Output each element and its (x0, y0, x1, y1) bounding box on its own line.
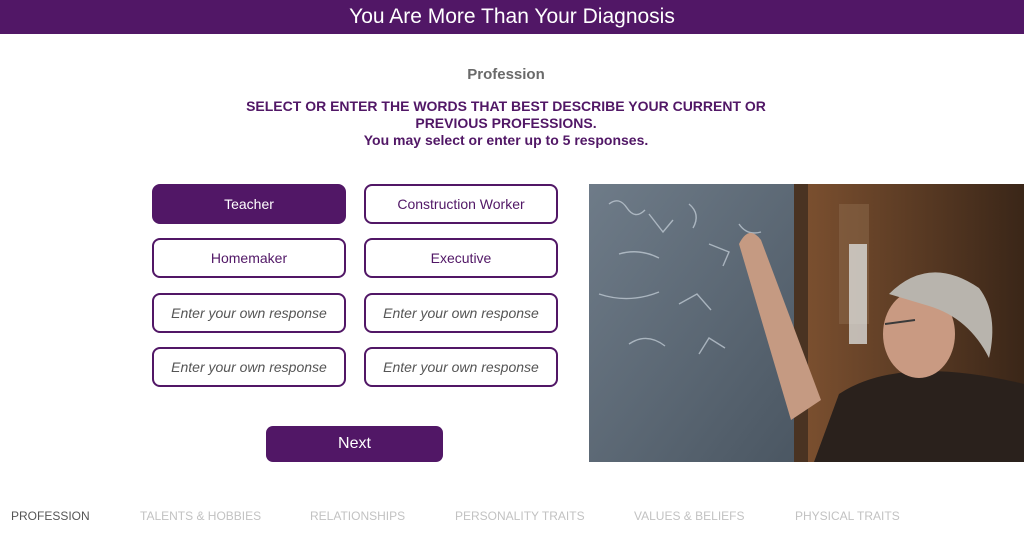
teacher-photo (589, 184, 1024, 462)
tab-physical-traits[interactable]: PHYSICAL TRAITS (795, 509, 900, 523)
option-teacher[interactable]: Teacher (152, 184, 346, 224)
tab-personality-traits[interactable]: PERSONALITY TRAITS (455, 509, 585, 523)
instructions: SELECT OR ENTER THE WORDS THAT BEST DESC… (236, 98, 776, 149)
tab-values-beliefs[interactable]: VALUES & BELIEFS (634, 509, 745, 523)
option-executive[interactable]: Executive (364, 238, 558, 278)
custom-response-input-1[interactable] (152, 293, 346, 333)
custom-response-input-3[interactable] (152, 347, 346, 387)
option-homemaker[interactable]: Homemaker (152, 238, 346, 278)
tab-profession[interactable]: PROFESSION (11, 509, 90, 523)
instruction-text: SELECT OR ENTER THE WORDS THAT BEST DESC… (246, 98, 766, 131)
step-tabs: PROFESSION TALENTS & HOBBIES RELATIONSHI… (0, 509, 1024, 529)
option-construction-worker[interactable]: Construction Worker (364, 184, 558, 224)
custom-response-input-2[interactable] (364, 293, 558, 333)
app-title: You Are More Than Your Diagnosis (349, 5, 675, 28)
tab-talents-hobbies[interactable]: TALENTS & HOBBIES (140, 509, 261, 523)
teacher-at-chalkboard-illustration (589, 184, 1024, 462)
tab-relationships[interactable]: RELATIONSHIPS (310, 509, 405, 523)
section-title: Profession (467, 66, 545, 83)
next-button[interactable]: Next (266, 426, 443, 462)
response-limit-hint: You may select or enter up to 5 response… (363, 132, 649, 148)
custom-response-input-4[interactable] (364, 347, 558, 387)
app-header: You Are More Than Your Diagnosis (0, 0, 1024, 34)
